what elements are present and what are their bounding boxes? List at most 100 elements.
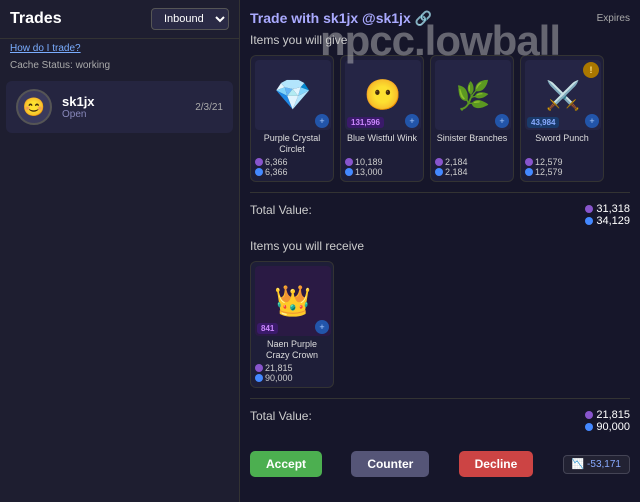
receive-total-purple: 21,815 [585,409,630,421]
counter-button[interactable]: Counter [351,451,429,477]
val-row-blue: 90,000 [255,373,329,383]
profit-value: -53,171 [587,459,621,470]
item-values: 2,184 2,184 [435,157,509,177]
right-header: Trade with sk1jx @sk1jx 🔗 Expires [250,10,630,27]
how-to-trade-link[interactable]: How do I trade? [0,39,239,58]
item-card-sinister-branches[interactable]: 🌿 + Sinister Branches 2,184 2,184 [430,55,514,182]
val-row-blue: 13,000 [345,167,419,177]
crystal-art: 💎 [274,78,311,113]
trade-list-item[interactable]: 😊 sk1jx Open 2/3/21 [6,81,233,133]
purple-dot [585,411,593,419]
accept-button[interactable]: Accept [250,451,322,477]
purple-dot [585,205,593,213]
item-card-naen-crown[interactable]: 👑 841 + Naen Purple Crazy Crown 21,815 9… [250,261,334,388]
item-plus-icon: + [315,320,329,334]
blue-dot [255,168,263,176]
item-values: 21,815 90,000 [255,363,329,383]
item-name: Blue Wistful Wink [345,133,419,155]
item-plus-icon: + [585,114,599,128]
val-row-purple: 12,579 [525,157,599,167]
item-image-purple-crystal: 💎 + [255,60,331,130]
item-values: 6,366 6,366 [255,157,329,177]
item-values: 12,579 12,579 [525,157,599,177]
expires-label: Expires [597,13,630,24]
trade-time: 2/3/21 [195,102,223,113]
give-total-values: 31,318 34,129 [585,203,630,227]
item-name: Sinister Branches [435,133,509,155]
purple-dot [435,158,443,166]
receive-total-row: Total Value: 21,815 90,000 [250,405,630,437]
receive-section: Items you will receive 👑 841 + Naen Purp… [250,239,630,483]
inbound-dropdown[interactable]: Inbound [151,8,229,30]
purple-dot [525,158,533,166]
val-row-blue: 6,366 [255,167,329,177]
trade-username: sk1jx [62,94,195,109]
item-plus-icon: + [315,114,329,128]
left-panel-header: Trades Inbound [0,0,239,39]
receive-total-values: 21,815 90,000 [585,409,630,433]
item-image-branch: 🌿 + [435,60,511,130]
branch-art: 🌿 [456,79,491,112]
item-image-wink: 😶 131,596 + [345,60,421,130]
purple-dot [255,364,263,372]
val-row-purple: 21,815 [255,363,329,373]
give-total-blue: 34,129 [585,215,630,227]
divider-give [250,192,630,193]
item-name: Naen Purple Crazy Crown [255,339,329,361]
val-row-purple: 2,184 [435,157,509,167]
val-row-blue: 2,184 [435,167,509,177]
blue-dot [585,217,593,225]
cache-status: Cache Status: working [0,58,239,77]
receive-total-label: Total Value: [250,409,312,423]
item-card-blue-wistful-wink[interactable]: 😶 131,596 + Blue Wistful Wink 10,189 13,… [340,55,424,182]
item-badge-crown: 841 [257,323,278,334]
trade-partner: sk1jx @sk1jx [323,10,411,26]
decline-button[interactable]: Decline [459,451,534,477]
left-panel: Trades Inbound How do I trade? Cache Sta… [0,0,240,502]
item-warn-icon: ! [583,62,599,78]
purple-dot [345,158,353,166]
actions-row: Accept Counter Decline 📉 -53,171 [250,445,630,483]
give-total-label: Total Value: [250,203,312,217]
divider-receive [250,398,630,399]
right-panel: Trade with sk1jx @sk1jx 🔗 Expires Items … [240,0,640,502]
give-items-grid: 💎 + Purple Crystal Circlet 6,366 6,366 😶… [250,55,630,182]
receive-items-grid: 👑 841 + Naen Purple Crazy Crown 21,815 9… [250,261,630,388]
blue-dot [255,374,263,382]
val-row-purple: 10,189 [345,157,419,167]
give-total-row: Total Value: 31,318 34,129 [250,199,630,231]
item-card-sword-punch[interactable]: ⚔️ 43,984 ! + Sword Punch 12,579 12,579 [520,55,604,182]
blue-dot [525,168,533,176]
item-name: Sword Punch [525,133,599,155]
profit-badge: 📉 -53,171 [563,455,630,474]
item-badge-sword: 43,984 [527,117,559,128]
receive-total-blue: 90,000 [585,421,630,433]
purple-dot [255,158,263,166]
item-card-purple-crystal-circlet[interactable]: 💎 + Purple Crystal Circlet 6,366 6,366 [250,55,334,182]
face-art: 😶 [364,78,401,113]
avatar: 😊 [16,89,52,125]
crown-art: 👑 [274,284,311,319]
link-icon: 🔗 [415,10,432,26]
trades-title: Trades [10,10,62,28]
blue-dot [435,168,443,176]
profit-icon: 📉 [572,459,584,470]
blue-dot [345,168,353,176]
item-values: 10,189 13,000 [345,157,419,177]
item-plus-icon: + [405,114,419,128]
item-image-sword: ⚔️ 43,984 ! + [525,60,601,130]
give-section-title: Items you will give [250,33,630,47]
trade-info: sk1jx Open [62,94,195,120]
item-plus-icon: + [495,114,509,128]
receive-section-title: Items you will receive [250,239,630,253]
trade-with-title: Trade with sk1jx @sk1jx 🔗 [250,10,432,27]
blue-dot [585,423,593,431]
give-total-purple: 31,318 [585,203,630,215]
val-row-purple: 6,366 [255,157,329,167]
item-badge-wink: 131,596 [347,117,384,128]
item-image-crown: 👑 841 + [255,266,331,336]
item-name: Purple Crystal Circlet [255,133,329,155]
sword-art: ⚔️ [546,79,581,112]
val-row-blue: 12,579 [525,167,599,177]
trade-status: Open [62,109,195,120]
